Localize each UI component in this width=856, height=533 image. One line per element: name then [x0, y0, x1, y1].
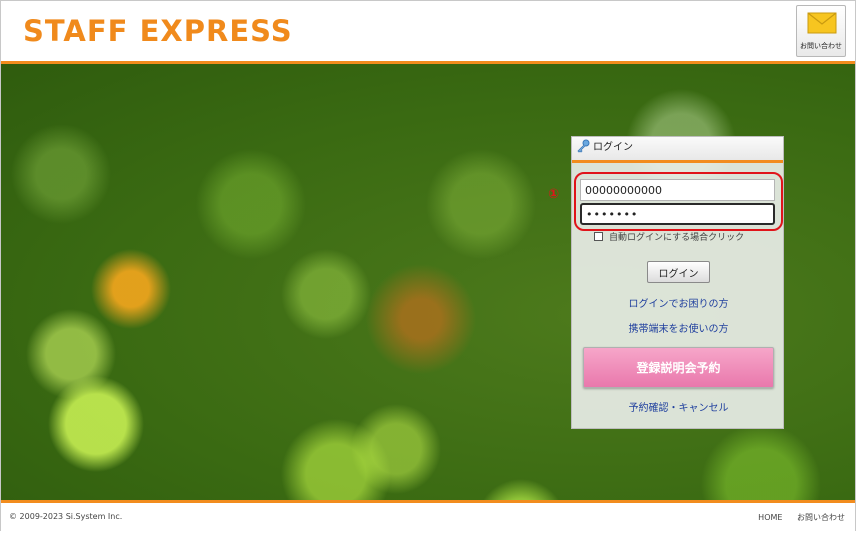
contact-button-label: お問い合わせ	[800, 42, 842, 50]
footer: © 2009-2023 Si.System Inc. HOME お問い合わせ	[1, 500, 855, 533]
footer-links: HOME お問い合わせ	[746, 512, 845, 523]
auto-login-checkbox[interactable]	[594, 232, 603, 241]
mail-icon	[807, 12, 837, 34]
mobile-device-link[interactable]: 携帯端末をお使いの方	[572, 320, 785, 335]
login-title: ログイン	[593, 142, 633, 153]
auto-login-option[interactable]: 自動ログインにする場合クリック	[594, 230, 744, 243]
login-panel-header: ログイン	[572, 137, 783, 163]
site-logo[interactable]: STAFF EXPRESS	[23, 14, 293, 48]
footer-link-home[interactable]: HOME	[758, 513, 782, 522]
key-icon	[577, 139, 590, 153]
auto-login-label: 自動ログインにする場合クリック	[609, 233, 745, 243]
contact-button[interactable]: お問い合わせ	[796, 5, 846, 57]
copyright-text: © 2009-2023 Si.System Inc.	[9, 512, 123, 521]
password-input[interactable]	[580, 203, 775, 225]
annotation-marker: ①	[548, 187, 560, 202]
login-button[interactable]: ログイン	[647, 261, 710, 283]
login-help-link[interactable]: ログインでお困りの方	[572, 295, 785, 310]
reservation-cancel-link[interactable]: 予約確認・キャンセル	[572, 399, 785, 414]
user-id-input[interactable]	[580, 179, 775, 201]
seminar-reservation-button[interactable]: 登録説明会予約	[583, 347, 774, 388]
header: STAFF EXPRESS お問い合わせ	[1, 1, 855, 64]
footer-link-contact[interactable]: お問い合わせ	[797, 513, 845, 522]
login-panel: ログイン 自動ログインにする場合クリック ログイン ログインでお困りの方 携帯端…	[571, 136, 784, 429]
